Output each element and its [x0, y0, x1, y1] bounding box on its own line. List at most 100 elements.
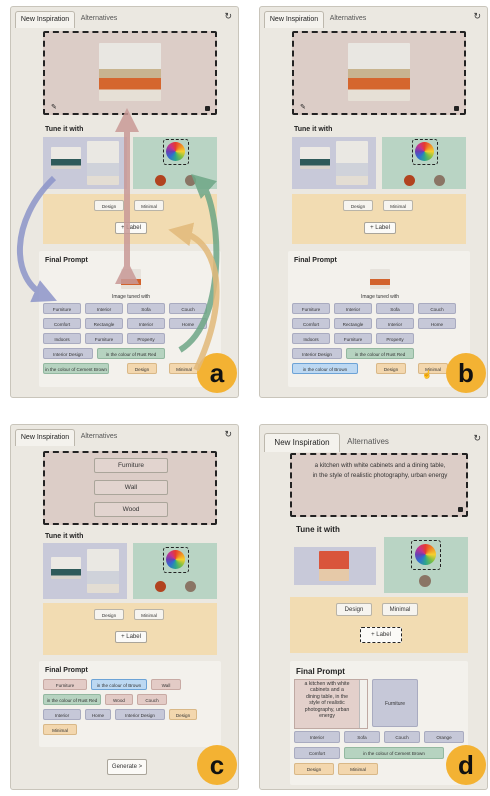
prompt-chip[interactable]: Sofa	[127, 303, 165, 314]
image-tuner-box[interactable]	[292, 137, 376, 189]
word-chip-wood[interactable]: Wood	[94, 502, 168, 517]
prompt-chip[interactable]: Minimal	[169, 363, 199, 374]
prompt-chip[interactable]: Interior	[43, 709, 81, 720]
prompt-chip[interactable]: Furniture	[85, 333, 123, 344]
generate-button[interactable]: Generate >	[107, 759, 147, 775]
prompt-chip[interactable]: Indoors	[43, 333, 81, 344]
cement-brown-swatch[interactable]	[185, 581, 196, 592]
label-minimal[interactable]: Minimal	[134, 609, 164, 620]
upload-icon[interactable]	[205, 106, 210, 111]
color-wheel-icon[interactable]	[166, 550, 185, 569]
rust-red-swatch[interactable]	[155, 175, 166, 186]
label-minimal[interactable]: Minimal	[383, 200, 413, 211]
prompt-chip[interactable]: Wall	[151, 679, 181, 690]
prompt-chip[interactable]: Wood	[105, 694, 133, 705]
cement-brown-swatch[interactable]	[434, 175, 445, 186]
prompt-chip[interactable]: in the colour of Cement Brown	[344, 747, 444, 759]
prompt-chip[interactable]: Rectangle	[334, 318, 372, 329]
prompt-chip[interactable]: in the colour of Rust Red	[346, 348, 414, 359]
prompt-chip[interactable]: in the colour of Brown	[292, 363, 358, 374]
image-tuner-box[interactable]	[43, 137, 127, 189]
prompt-chip[interactable]: Rectangle	[85, 318, 123, 329]
prompt-chip[interactable]: Design	[376, 363, 406, 374]
label-tuner-box[interactable]: Design Minimal + Label	[292, 194, 466, 244]
refresh-icon[interactable]: ↻	[224, 429, 232, 440]
prompt-chip[interactable]: Design	[294, 763, 334, 775]
prompt-chip[interactable]: Couch	[418, 303, 456, 314]
inspiration-image-area[interactable]: ✎	[292, 31, 466, 115]
label-tuner-box[interactable]: Design Minimal + Label	[290, 597, 468, 653]
prompt-chip[interactable]: Minimal	[338, 763, 378, 775]
add-label-button[interactable]: + Label	[115, 631, 147, 643]
upload-icon[interactable]	[454, 106, 459, 111]
inspiration-image-area[interactable]: ✎	[43, 31, 217, 115]
prompt-chip[interactable]: Indoors	[292, 333, 330, 344]
inspiration-word-area[interactable]: Furniture Wall Wood	[43, 451, 217, 525]
prompt-chip[interactable]: Furniture	[334, 333, 372, 344]
tab-new-inspiration[interactable]: New Inspiration	[264, 11, 324, 28]
prompt-chip[interactable]: Property	[127, 333, 165, 344]
prompt-chip[interactable]: Interior Design	[43, 348, 93, 359]
color-wheel-icon[interactable]	[415, 142, 434, 161]
color-tuner-box[interactable]	[133, 137, 217, 189]
prompt-chip[interactable]: in the colour of Brown	[91, 679, 147, 690]
label-design[interactable]: Design	[343, 200, 373, 211]
prompt-chip[interactable]: Design	[169, 709, 197, 720]
rust-red-swatch[interactable]	[404, 175, 415, 186]
tab-alternatives[interactable]: Alternatives	[322, 11, 374, 27]
label-design[interactable]: Design	[336, 603, 372, 616]
final-text-box[interactable]: a kitchen with white cabinets and a dining…	[294, 679, 368, 729]
refresh-icon[interactable]: ↻	[224, 11, 232, 22]
prompt-chip[interactable]: Interior Design	[292, 348, 342, 359]
label-tuner-box[interactable]: Design Minimal + Label	[43, 603, 217, 655]
prompt-chip[interactable]: Sofa	[376, 303, 414, 314]
label-design[interactable]: Design	[94, 200, 124, 211]
image-tuner-box[interactable]	[294, 547, 376, 585]
pencil-icon[interactable]: ✎	[51, 103, 57, 111]
prompt-chip[interactable]: Home	[85, 709, 111, 720]
label-design[interactable]: Design	[94, 609, 124, 620]
scrollbar[interactable]	[359, 680, 367, 728]
prompt-chip[interactable]: Minimal	[43, 724, 77, 735]
prompt-chip[interactable]: Design	[127, 363, 157, 374]
tab-new-inspiration[interactable]: New Inspiration	[15, 11, 75, 28]
tab-alternatives[interactable]: Alternatives	[73, 11, 125, 27]
word-chip-furniture[interactable]: Furniture	[94, 458, 168, 473]
prompt-chip[interactable]: Couch	[169, 303, 207, 314]
prompt-chip[interactable]: Comfort	[43, 318, 81, 329]
prompt-chip[interactable]: Interior	[376, 318, 414, 329]
image-tuner-box[interactable]	[43, 543, 127, 599]
prompt-chip[interactable]: Home	[169, 318, 207, 329]
add-label-button[interactable]: + Label	[115, 222, 147, 234]
prompt-chip[interactable]: in the colour of Cement Brown	[43, 363, 109, 374]
prompt-chip[interactable]: Sofa	[344, 731, 380, 743]
prompt-chip[interactable]: Interior	[294, 731, 340, 743]
color-wheel-icon[interactable]	[415, 544, 436, 565]
prompt-chip[interactable]: Furniture	[43, 303, 81, 314]
prompt-text-area[interactable]: a kitchen with white cabinets and a dini…	[290, 453, 468, 517]
prompt-chip[interactable]: Couch	[137, 694, 167, 705]
final-side-chip[interactable]: Furniture	[372, 679, 418, 727]
cement-brown-swatch[interactable]	[419, 575, 431, 587]
upload-icon[interactable]	[458, 507, 463, 512]
prompt-chip[interactable]: Property	[376, 333, 414, 344]
refresh-icon[interactable]: ↻	[473, 11, 481, 22]
word-chip-wall[interactable]: Wall	[94, 480, 168, 495]
prompt-chip[interactable]: Couch	[384, 731, 420, 743]
rust-red-swatch[interactable]	[155, 581, 166, 592]
prompt-chip[interactable]: Furniture	[292, 303, 330, 314]
prompt-chip[interactable]: Orange	[424, 731, 464, 743]
color-tuner-box[interactable]	[382, 137, 466, 189]
prompt-chip[interactable]: Furniture	[43, 679, 87, 690]
tab-new-inspiration[interactable]: New Inspiration	[15, 429, 75, 446]
prompt-chip[interactable]: Interior	[334, 303, 372, 314]
prompt-chip[interactable]: Home	[418, 318, 456, 329]
pencil-icon[interactable]: ✎	[300, 103, 306, 111]
prompt-chip[interactable]: in the colour of Rust Red	[43, 694, 101, 705]
add-label-button[interactable]: + Label	[360, 627, 402, 643]
tab-alternatives[interactable]: Alternatives	[338, 433, 398, 451]
prompt-chip[interactable]: Interior	[127, 318, 165, 329]
prompt-chip[interactable]: Comfort	[292, 318, 330, 329]
prompt-chip[interactable]: in the colour of Rust Red	[97, 348, 165, 359]
color-wheel-icon[interactable]	[166, 142, 185, 161]
